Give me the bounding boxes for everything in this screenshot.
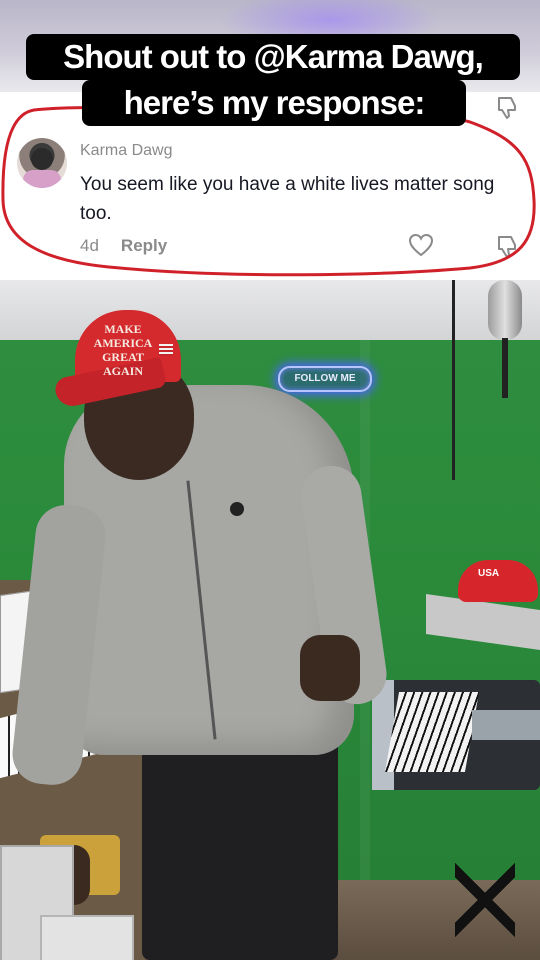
comment-age: 4d [80, 236, 99, 255]
red-hat: MAKE AMERICA GREAT AGAIN [53, 310, 185, 410]
comment-text: You seem like you have a white lives mat… [80, 174, 495, 224]
avatar[interactable] [17, 138, 67, 188]
hat-text: MAKE AMERICA GREAT AGAIN [93, 322, 153, 378]
heart-icon[interactable] [408, 233, 434, 257]
hand [300, 635, 360, 701]
avatar-shirt [23, 170, 61, 188]
avatar-face [31, 148, 53, 170]
reply-button[interactable]: Reply [121, 236, 167, 255]
pants [142, 740, 338, 960]
caption-line-1: Shout out to @Karma Dawg, [26, 34, 520, 80]
laptop-base [40, 915, 134, 960]
dislike-icon[interactable] [495, 233, 521, 259]
caption-line-2: here’s my response: [82, 80, 466, 126]
video-scene[interactable]: FOLLOW ME USA MAKE AMERICA GREAT AGAIN [0, 280, 540, 960]
laptop [0, 845, 134, 960]
dislike-icon[interactable] [495, 94, 521, 120]
lavalier-mic [230, 502, 244, 516]
comment-meta: 4d Reply [80, 236, 167, 256]
flag-icon [159, 344, 173, 356]
comment-username[interactable]: Karma Dawg [80, 142, 172, 160]
